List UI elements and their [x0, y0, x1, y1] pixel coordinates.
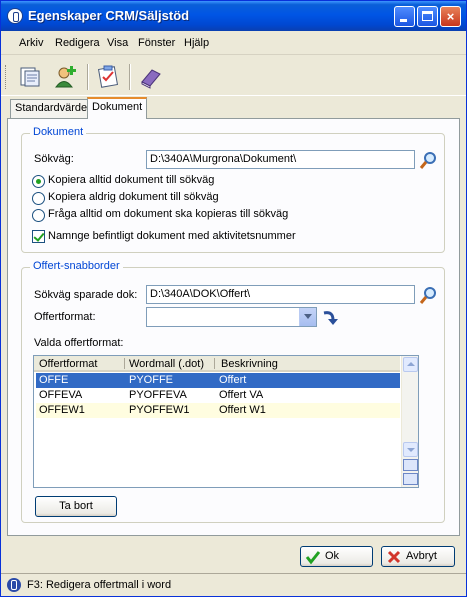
rename-checkbox[interactable] — [32, 230, 45, 243]
properties-icon[interactable] — [17, 64, 43, 90]
add-format-arrow-icon[interactable] — [321, 308, 341, 328]
table-row[interactable]: OFFE PYOFFE Offert — [36, 373, 400, 388]
menu-visa[interactable]: Visa — [107, 37, 128, 49]
offert-format-list[interactable]: Offertformat Wordmall (.dot) Beskrivning… — [33, 355, 419, 488]
radio-copy-never[interactable] — [32, 192, 45, 205]
selected-formats-label: Valda offertformat: — [34, 337, 124, 349]
table-cell: PYOFFE — [129, 374, 174, 386]
tab-standardvarde[interactable]: Standardvärde — [10, 99, 93, 118]
column-header-beskrivning[interactable]: Beskrivning — [221, 358, 278, 370]
rename-checkbox-label: Namnge befintligt dokument med aktivitet… — [48, 230, 296, 242]
window-title: Egenskaper CRM/Säljstöd — [28, 8, 190, 23]
title-bar[interactable]: Egenskaper CRM/Säljstöd × — [1, 1, 466, 31]
radio-copy-never-label: Kopiera aldrig dokument till sökväg — [48, 191, 219, 203]
cancel-button-label: Avbryt — [406, 550, 437, 562]
book-icon[interactable] — [138, 64, 164, 90]
minimize-button[interactable] — [394, 6, 415, 27]
toolbar-grip[interactable] — [5, 65, 8, 89]
menu-hjalp[interactable]: Hjälp — [184, 37, 209, 49]
scroll-down-button[interactable] — [403, 442, 418, 457]
close-button[interactable]: × — [440, 6, 461, 27]
properties-window: Egenskaper CRM/Säljstöd × Arkiv Redigera… — [0, 0, 467, 597]
menu-redigera[interactable]: Redigera — [55, 37, 100, 49]
toolbar-separator — [129, 64, 131, 90]
column-header-wordmall[interactable]: Wordmall (.dot) — [129, 358, 204, 370]
app-icon — [7, 8, 23, 24]
table-cell: PYOFFEW1 — [129, 404, 190, 416]
ok-button[interactable]: Ok — [300, 546, 373, 567]
saved-path-label: Sökväg sparade dok: — [34, 289, 138, 301]
table-cell: PYOFFEVA — [129, 389, 187, 401]
maximize-button[interactable] — [417, 6, 438, 27]
format-select[interactable] — [146, 307, 317, 327]
menu-fonster[interactable]: Fönster — [138, 37, 175, 49]
table-cell: Offert — [219, 374, 247, 386]
path-label: Sökväg: — [34, 153, 74, 165]
column-header-offertformat[interactable]: Offertformat — [39, 358, 97, 370]
toolbar-separator — [87, 64, 89, 90]
table-cell: OFFEVA — [39, 389, 83, 401]
scroll-up-button[interactable] — [403, 357, 418, 372]
maximize-icon — [422, 11, 433, 21]
format-label: Offertformat: — [34, 311, 96, 323]
path-input[interactable]: D:\340A\Murgrona\Dokument\ — [146, 150, 415, 169]
radio-ask-always[interactable] — [32, 209, 45, 222]
menu-arkiv[interactable]: Arkiv — [19, 37, 43, 49]
ok-button-label: Ok — [325, 550, 340, 562]
app-status-icon — [7, 578, 21, 592]
cancel-button[interactable]: Avbryt — [381, 546, 455, 567]
check-icon — [305, 551, 321, 565]
checklist-icon[interactable] — [95, 64, 121, 90]
toolbar — [1, 56, 466, 96]
cancel-icon — [387, 550, 401, 564]
saved-path-input[interactable]: D:\340A\DOK\Offert\ — [146, 285, 415, 304]
table-row[interactable]: OFFEW1 PYOFFEW1 Offert W1 — [36, 403, 400, 418]
move-row-icon[interactable] — [403, 459, 418, 471]
table-row[interactable]: OFFEVA PYOFFEVA Offert VA — [36, 388, 400, 403]
tab-dokument[interactable]: Dokument — [87, 97, 148, 119]
radio-ask-always-label: Fråga alltid om dokument ska kopieras ti… — [48, 208, 289, 220]
vertical-scrollbar[interactable] — [401, 356, 418, 487]
menu-bar: Arkiv Redigera Visa Fönster Hjälp — [1, 31, 466, 55]
search-icon[interactable] — [419, 285, 439, 305]
dokument-group-title: Dokument — [30, 126, 87, 138]
radio-copy-always-label: Kopiera alltid dokument till sökväg — [48, 174, 215, 186]
add-user-icon[interactable] — [53, 64, 79, 90]
search-icon[interactable] — [419, 150, 439, 170]
chevron-down-icon[interactable] — [299, 308, 316, 326]
table-cell: OFFEW1 — [39, 404, 85, 416]
column-divider[interactable] — [214, 358, 215, 369]
table-cell: Offert W1 — [219, 404, 266, 416]
radio-copy-always[interactable] — [32, 175, 45, 188]
column-divider[interactable] — [124, 358, 125, 369]
remove-button[interactable]: Ta bort — [35, 496, 117, 517]
offert-group-title: Offert-snabborder — [30, 260, 123, 272]
status-bar: F3: Redigera offertmall i word — [1, 573, 466, 596]
status-text: F3: Redigera offertmall i word — [27, 579, 172, 591]
reorder-rows-icon[interactable] — [403, 473, 418, 485]
list-header: Offertformat Wordmall (.dot) Beskrivning — [34, 356, 400, 372]
table-cell: Offert VA — [219, 389, 264, 401]
minimize-icon — [400, 19, 407, 22]
close-icon: × — [446, 9, 455, 24]
table-cell: OFFE — [39, 374, 69, 386]
